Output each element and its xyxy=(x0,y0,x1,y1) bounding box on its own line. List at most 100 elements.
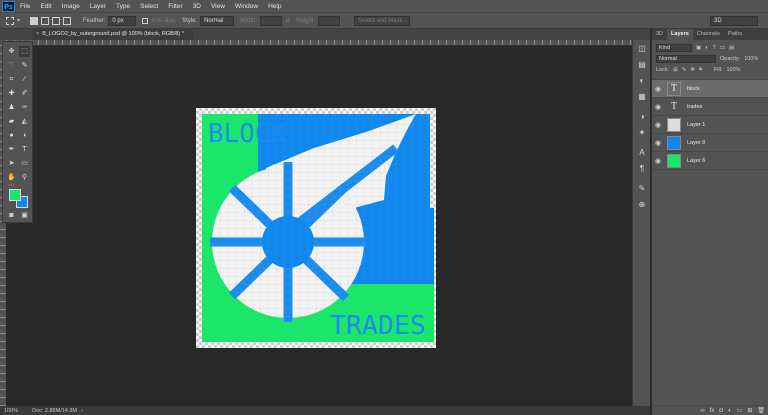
eye-icon[interactable]: ◉ xyxy=(652,157,664,165)
filter-shape-icon[interactable]: ▭ xyxy=(720,45,725,51)
zoom-tool-icon[interactable]: ⚲ xyxy=(19,172,30,183)
menu-image[interactable]: Image xyxy=(57,3,85,10)
layer-row-trades[interactable]: ◉ T trades xyxy=(652,98,768,116)
select-and-mask-button[interactable]: Select and Mask... xyxy=(354,15,411,26)
layer-filter-select[interactable]: Kind xyxy=(656,43,692,52)
menu-type[interactable]: Type xyxy=(111,3,135,10)
history-panel-icon[interactable]: ◫ xyxy=(637,44,647,54)
styles-panel-icon[interactable]: ✦ xyxy=(637,128,647,138)
filter-pixel-icon[interactable]: ▣ xyxy=(696,45,701,51)
tab-channels[interactable]: Channels xyxy=(693,29,724,40)
menu-view[interactable]: View xyxy=(206,3,230,10)
eye-icon[interactable]: ◉ xyxy=(652,121,664,129)
menu-3d[interactable]: 3D xyxy=(188,3,206,10)
close-icon[interactable]: × xyxy=(36,31,39,37)
menu-window[interactable]: Window xyxy=(230,3,263,10)
menu-layer[interactable]: Layer xyxy=(85,3,111,10)
style-select[interactable]: Normal xyxy=(200,15,235,26)
history-brush-tool-icon[interactable]: ✑ xyxy=(19,102,30,113)
blur-tool-icon[interactable]: ● xyxy=(6,130,17,141)
gradient-tool-icon[interactable]: ◭ xyxy=(19,116,30,127)
subtract-selection-icon[interactable] xyxy=(52,16,61,25)
brush-panel-icon[interactable]: ✎ xyxy=(637,184,647,194)
lock-all-icon[interactable]: 🔒︎ xyxy=(699,66,702,73)
pen-tool-icon[interactable]: ✒ xyxy=(6,144,17,155)
healing-brush-tool-icon[interactable]: ✚ xyxy=(6,88,17,99)
opacity-value[interactable]: 100% xyxy=(744,56,758,62)
new-layer-icon[interactable]: ⊞ xyxy=(747,407,752,414)
filter-adjustment-icon[interactable]: ◐ xyxy=(705,45,708,51)
filter-type-icon[interactable]: T xyxy=(713,45,716,51)
layer-row-block[interactable]: ◉ T block xyxy=(652,80,768,98)
eye-icon[interactable]: ◉ xyxy=(652,139,664,147)
workspace-select[interactable]: 3D xyxy=(710,16,758,26)
add-mask-icon[interactable]: ◘ xyxy=(719,408,723,414)
document-size[interactable]: Doc: 2.86M/14.3M xyxy=(32,408,77,414)
fill-value[interactable]: 100% xyxy=(726,67,740,73)
delete-layer-icon[interactable]: 🗑︎ xyxy=(757,407,765,414)
layer-row-layer-1[interactable]: ◉ Layer 1 xyxy=(652,116,768,134)
eraser-tool-icon[interactable]: ▰ xyxy=(6,116,17,127)
tab-layers[interactable]: Layers xyxy=(667,29,693,40)
layer-row-layer-8[interactable]: ◉ Layer 8 xyxy=(652,134,768,152)
layers-panel: 3D Layers Channels Paths Kind ▣ ◐ T ▭ ▤ … xyxy=(651,29,768,415)
link-layers-icon[interactable]: ∞ xyxy=(700,408,704,414)
path-select-tool-icon[interactable]: ➤ xyxy=(6,158,17,169)
menu-help[interactable]: Help xyxy=(263,3,286,10)
lock-move-icon[interactable]: ✥ xyxy=(690,67,695,73)
swap-icon[interactable]: ⇄ xyxy=(285,17,290,24)
character-panel-icon[interactable]: A xyxy=(637,148,647,158)
height-input[interactable] xyxy=(318,15,341,26)
quick-select-tool-icon[interactable]: ✎ xyxy=(19,60,30,71)
document-tab[interactable]: × B_LOGO2_by_outerground.psd @ 100% (bloc… xyxy=(33,29,193,40)
color-panel-icon[interactable]: ◐ xyxy=(637,76,647,86)
lock-brush-icon[interactable]: ✎ xyxy=(682,67,687,73)
rectangle-tool-icon[interactable]: ▭ xyxy=(19,158,30,169)
screen-mode-icon[interactable]: ▣ xyxy=(19,210,30,221)
document-canvas[interactable]: BLOCK TRADES xyxy=(196,108,436,348)
eye-icon[interactable]: ◉ xyxy=(652,103,664,111)
menu-select[interactable]: Select xyxy=(135,3,163,10)
layer-style-icon[interactable]: fx xyxy=(710,408,715,414)
swatches-panel-icon[interactable]: ▦ xyxy=(637,92,647,102)
type-tool-icon[interactable]: T xyxy=(19,144,30,155)
chevron-right-icon[interactable]: › xyxy=(81,408,83,414)
image-layer-thumbnail xyxy=(667,117,681,132)
layer-row-layer-6[interactable]: ◉ Layer 6 xyxy=(652,152,768,170)
adjustments-panel-icon[interactable]: ◑ xyxy=(637,112,647,122)
eye-icon[interactable]: ◉ xyxy=(652,85,664,93)
zoom-level[interactable]: 100% xyxy=(4,408,18,414)
crop-tool-icon[interactable]: ⌗ xyxy=(6,74,17,85)
marquee-tool-icon[interactable]: ⬚ xyxy=(19,46,30,57)
adjustment-layer-icon[interactable]: ◐ xyxy=(728,408,732,414)
clone-source-panel-icon[interactable]: ⊕ xyxy=(637,200,647,210)
new-selection-icon[interactable] xyxy=(30,16,39,25)
menu-filter[interactable]: Filter xyxy=(163,3,187,10)
tab-paths[interactable]: Paths xyxy=(724,29,746,40)
tool-preset-picker[interactable]: ▾ xyxy=(6,16,20,25)
add-selection-icon[interactable] xyxy=(41,16,50,25)
tab-3d[interactable]: 3D xyxy=(652,29,667,40)
antialias-checkbox[interactable] xyxy=(142,17,149,24)
menu-file[interactable]: File xyxy=(15,3,35,10)
properties-panel-icon[interactable]: ▤ xyxy=(637,60,647,70)
menu-edit[interactable]: Edit xyxy=(35,3,56,10)
blend-mode-select[interactable]: Normal xyxy=(656,54,716,63)
lock-pixels-icon[interactable]: ⊞ xyxy=(673,67,678,73)
width-input[interactable] xyxy=(260,15,283,26)
new-group-icon[interactable]: ▭ xyxy=(737,407,743,414)
foreground-color-swatch[interactable] xyxy=(9,189,21,201)
move-tool-icon[interactable]: ✥ xyxy=(6,46,17,57)
feather-input[interactable]: 0 px xyxy=(108,15,137,26)
clone-stamp-tool-icon[interactable]: ♟ xyxy=(6,102,17,113)
paragraph-panel-icon[interactable]: ¶ xyxy=(637,164,647,174)
intersect-selection-icon[interactable] xyxy=(63,16,72,25)
logo-artwork: BLOCK TRADES xyxy=(202,114,434,342)
eyedropper-tool-icon[interactable]: ⁄ xyxy=(19,74,30,85)
status-bar: 100% Doc: 2.86M/14.3M › xyxy=(0,406,650,415)
brush-tool-icon[interactable]: ✐ xyxy=(19,88,30,99)
filter-smart-icon[interactable]: ▤ xyxy=(729,45,734,51)
dodge-tool-icon[interactable]: ◖ xyxy=(19,130,30,141)
lasso-tool-icon[interactable]: ➰ xyxy=(6,60,17,71)
quick-mask-icon[interactable]: ◙ xyxy=(6,210,17,221)
